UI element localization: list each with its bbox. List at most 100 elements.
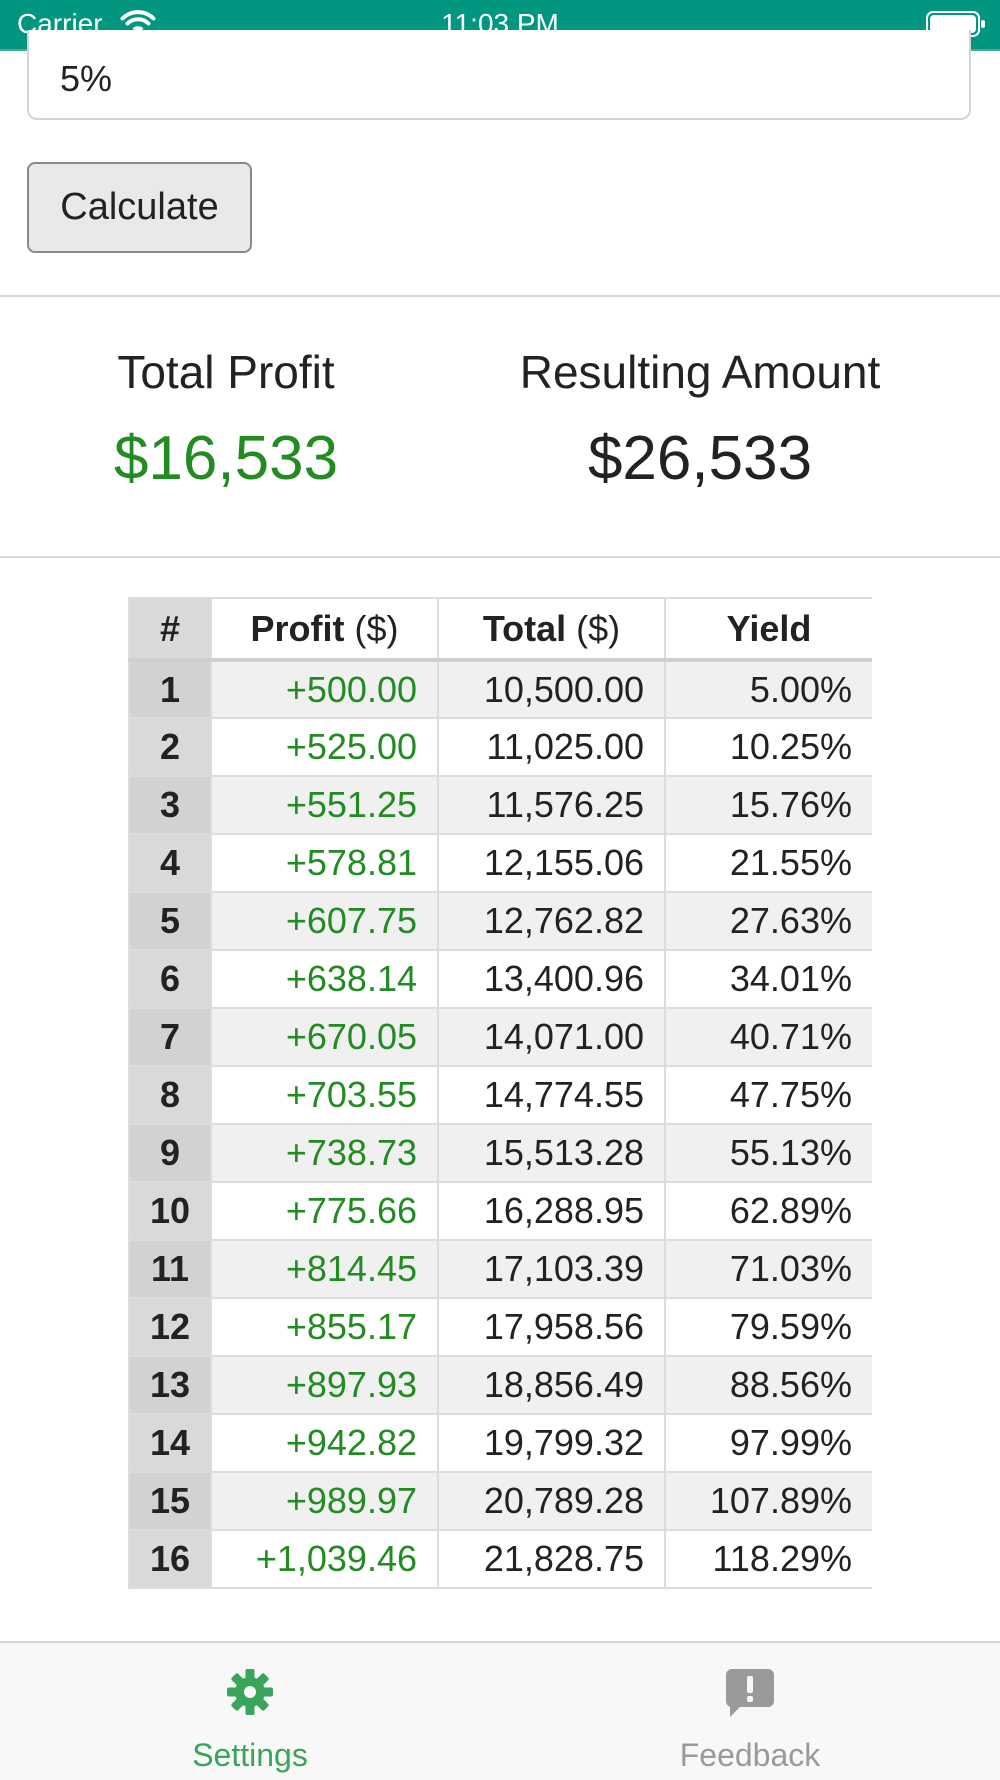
- yield-cell: 15.76%: [664, 775, 872, 835]
- profit-cell: +814.45: [210, 1239, 439, 1299]
- tab-feedback-label: Feedback: [679, 1737, 821, 1773]
- total-cell: 12,762.82: [437, 891, 666, 951]
- yield-cell: 97.99%: [664, 1413, 872, 1473]
- table-row: 1 +500.00 10,500.00 5.00%: [128, 659, 872, 719]
- total-cell: 16,288.95: [437, 1181, 666, 1241]
- tab-bar: Settings Feedback: [0, 1641, 1000, 1780]
- profit-cell: +638.14: [210, 949, 439, 1009]
- profit-cell: +775.66: [210, 1181, 439, 1241]
- header-total: Total ($): [437, 597, 666, 662]
- table-row: 5 +607.75 12,762.82 27.63%: [128, 891, 872, 951]
- total-cell: 14,774.55: [437, 1065, 666, 1125]
- calculate-button[interactable]: Calculate: [27, 162, 252, 253]
- total-cell: 21,828.75: [437, 1529, 666, 1589]
- row-index: 2: [128, 717, 212, 777]
- header-index: #: [128, 597, 212, 662]
- table-row: 15 +989.97 20,789.28 107.89%: [128, 1471, 872, 1531]
- profit-cell: +1,039.46: [210, 1529, 439, 1589]
- total-cell: 17,103.39: [437, 1239, 666, 1299]
- header-profit: Profit ($): [210, 597, 439, 662]
- yield-cell: 47.75%: [664, 1065, 872, 1125]
- row-index: 16: [128, 1529, 212, 1589]
- row-index: 13: [128, 1355, 212, 1415]
- tab-feedback[interactable]: Feedback: [600, 1643, 900, 1780]
- yield-cell: 88.56%: [664, 1355, 872, 1415]
- profit-cell: +607.75: [210, 891, 439, 951]
- profit-cell: +500.00: [210, 659, 439, 719]
- profit-cell: +703.55: [210, 1065, 439, 1125]
- row-index: 14: [128, 1413, 212, 1473]
- profit-cell: +942.82: [210, 1413, 439, 1473]
- yield-cell: 27.63%: [664, 891, 872, 951]
- total-cell: 17,958.56: [437, 1297, 666, 1357]
- row-index: 4: [128, 833, 212, 893]
- total-cell: 20,789.28: [437, 1471, 666, 1531]
- rate-input[interactable]: 5%: [27, 30, 971, 120]
- row-index: 10: [128, 1181, 212, 1241]
- yield-cell: 71.03%: [664, 1239, 872, 1299]
- table-row: 9 +738.73 15,513.28 55.13%: [128, 1123, 872, 1183]
- divider: [0, 295, 1000, 297]
- header-total-label: Total: [482, 607, 567, 649]
- total-profit-label: Total Profit: [117, 346, 335, 398]
- yield-cell: 118.29%: [664, 1529, 872, 1589]
- total-cell: 11,576.25: [437, 775, 666, 835]
- row-index: 15: [128, 1471, 212, 1531]
- row-index: 5: [128, 891, 212, 951]
- yield-cell: 21.55%: [664, 833, 872, 893]
- table-header-row: # Profit ($) Total ($) Yield: [128, 597, 872, 662]
- yield-cell: 40.71%: [664, 1007, 872, 1067]
- results-table: # Profit ($) Total ($) Yield 1 +500.00 10,…: [128, 597, 872, 1589]
- table-row: 6 +638.14 13,400.96 34.01%: [128, 949, 872, 1009]
- table-row: 2 +525.00 11,025.00 10.25%: [128, 717, 872, 777]
- row-index: 8: [128, 1065, 212, 1125]
- resulting-amount-value: $26,533: [587, 424, 813, 493]
- table-row: 16 +1,039.46 21,828.75 118.29%: [128, 1529, 872, 1589]
- total-profit-summary: Total Profit $16,533: [90, 345, 362, 494]
- total-cell: 10,500.00: [437, 659, 666, 719]
- profit-cell: +738.73: [210, 1123, 439, 1183]
- profit-cell: +578.81: [210, 833, 439, 893]
- table-row: 13 +897.93 18,856.49 88.56%: [128, 1355, 872, 1415]
- gear-icon: [100, 1667, 400, 1722]
- yield-cell: 55.13%: [664, 1123, 872, 1183]
- tab-settings[interactable]: Settings: [100, 1643, 400, 1780]
- total-cell: 11,025.00: [437, 717, 666, 777]
- divider: [0, 556, 1000, 558]
- header-profit-unit: ($): [354, 607, 399, 649]
- row-index: 6: [128, 949, 212, 1009]
- table-row: 4 +578.81 12,155.06 21.55%: [128, 833, 872, 893]
- total-cell: 15,513.28: [437, 1123, 666, 1183]
- yield-cell: 62.89%: [664, 1181, 872, 1241]
- profit-cell: +897.93: [210, 1355, 439, 1415]
- total-cell: 12,155.06: [437, 833, 666, 893]
- profit-cell: +855.17: [210, 1297, 439, 1357]
- row-index: 11: [128, 1239, 212, 1299]
- yield-cell: 34.01%: [664, 949, 872, 1009]
- profit-cell: +525.00: [210, 717, 439, 777]
- table-row: 3 +551.25 11,576.25 15.76%: [128, 775, 872, 835]
- profit-cell: +989.97: [210, 1471, 439, 1531]
- yield-cell: 5.00%: [664, 659, 872, 719]
- yield-cell: 10.25%: [664, 717, 872, 777]
- header-total-unit: ($): [576, 607, 621, 649]
- table-row: 10 +775.66 16,288.95 62.89%: [128, 1181, 872, 1241]
- results-table-container[interactable]: # Profit ($) Total ($) Yield 1 +500.00 10,…: [128, 597, 872, 1642]
- row-index: 7: [128, 1007, 212, 1067]
- total-cell: 18,856.49: [437, 1355, 666, 1415]
- row-index: 3: [128, 775, 212, 835]
- yield-cell: 79.59%: [664, 1297, 872, 1357]
- header-yield: Yield: [664, 597, 872, 662]
- row-index: 12: [128, 1297, 212, 1357]
- total-cell: 13,400.96: [437, 949, 666, 1009]
- table-row: 11 +814.45 17,103.39 71.03%: [128, 1239, 872, 1299]
- total-cell: 19,799.32: [437, 1413, 666, 1473]
- resulting-amount-label: Resulting Amount: [519, 346, 881, 398]
- profit-cell: +670.05: [210, 1007, 439, 1067]
- table-row: 12 +855.17 17,958.56 79.59%: [128, 1297, 872, 1357]
- resulting-amount-summary: Resulting Amount $26,533: [500, 345, 900, 494]
- total-profit-value: $16,533: [113, 424, 339, 493]
- total-cell: 14,071.00: [437, 1007, 666, 1067]
- header-profit-label: Profit: [250, 607, 345, 649]
- yield-cell: 107.89%: [664, 1471, 872, 1531]
